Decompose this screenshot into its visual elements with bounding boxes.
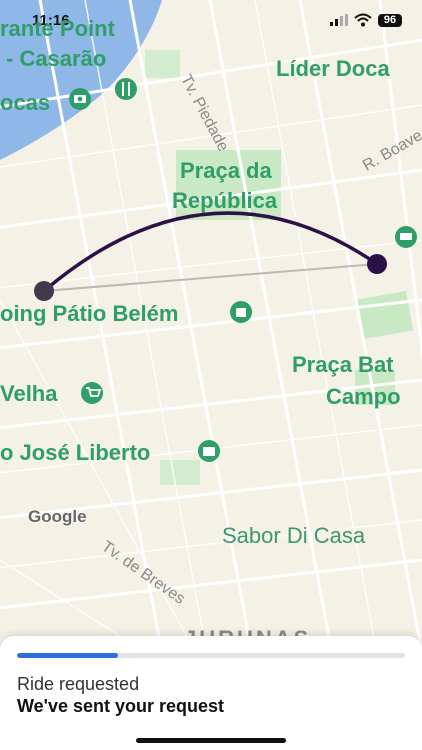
ride-status-label: Ride requested [17,674,140,694]
park-area [160,460,200,485]
request-progress-bar [17,653,405,658]
ride-status-sheet: Ride requested We've sent your request [0,636,422,750]
poi-label[interactable]: Líder Doca [276,56,390,82]
battery-icon: 96 [378,14,402,27]
poi-label[interactable]: Velha [0,381,57,407]
ride-status-detail: We've sent your request [17,696,225,716]
poi-label[interactable]: Sabor Di Casa [222,523,365,549]
poi-label[interactable]: República [172,188,277,214]
request-progress-fill [17,653,118,658]
cellular-signal-icon [330,14,348,26]
poi-label[interactable]: rante Point [0,16,115,42]
wifi-icon [354,13,372,27]
restaurant-poi-icon [114,78,137,100]
poi-label[interactable]: ocas [0,90,50,116]
poi-label[interactable]: Praça Bat [292,352,394,378]
park-area [145,50,180,78]
poi-label[interactable]: Praça da [180,158,272,184]
poi-label[interactable]: Campo [326,384,401,410]
poi-label[interactable]: - Casarão [6,46,106,72]
destination-marker [367,254,387,274]
poi-label[interactable]: oing Pátio Belém [0,301,178,327]
home-indicator[interactable] [136,738,286,743]
origin-marker [34,281,54,301]
google-attribution: Google [28,507,87,526]
route-arc [42,211,378,293]
poi-label[interactable]: o José Liberto [0,440,150,466]
park-area [356,290,414,340]
